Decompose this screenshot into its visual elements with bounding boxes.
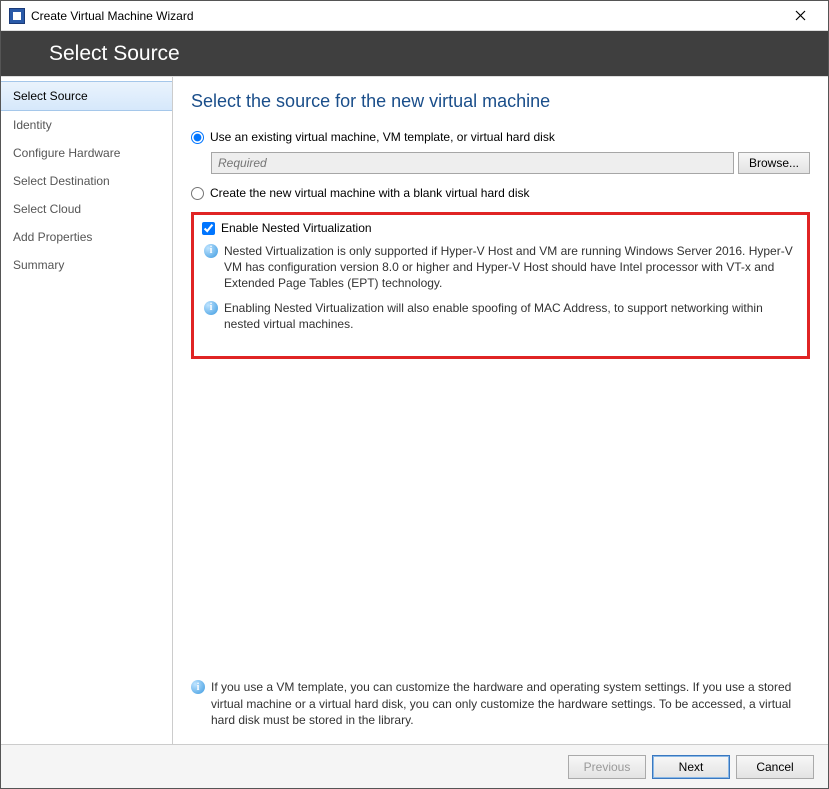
previous-button[interactable]: Previous bbox=[568, 755, 646, 779]
nested-check-row[interactable]: Enable Nested Virtualization bbox=[202, 221, 799, 235]
next-button[interactable]: Next bbox=[652, 755, 730, 779]
step-select-source[interactable]: Select Source bbox=[1, 81, 172, 111]
info-icon: i bbox=[204, 244, 218, 258]
footer-info-text: If you use a VM template, you can custom… bbox=[211, 679, 810, 728]
banner-title: Select Source bbox=[49, 42, 180, 66]
close-button[interactable] bbox=[780, 3, 820, 29]
window-title: Create Virtual Machine Wizard bbox=[31, 9, 780, 23]
option-blank-label: Create the new virtual machine with a bl… bbox=[210, 186, 530, 200]
banner: Select Source bbox=[1, 31, 828, 76]
nested-label: Enable Nested Virtualization bbox=[221, 221, 372, 235]
step-select-destination[interactable]: Select Destination bbox=[1, 167, 172, 195]
step-identity[interactable]: Identity bbox=[1, 111, 172, 139]
nested-info-row-1: i Nested Virtualization is only supporte… bbox=[204, 243, 799, 292]
main-panel: Select the source for the new virtual ma… bbox=[173, 77, 828, 744]
titlebar: Create Virtual Machine Wizard bbox=[1, 1, 828, 31]
step-select-cloud[interactable]: Select Cloud bbox=[1, 195, 172, 223]
info-icon: i bbox=[204, 301, 218, 315]
step-add-properties[interactable]: Add Properties bbox=[1, 223, 172, 251]
footer-info-row: i If you use a VM template, you can cust… bbox=[191, 669, 810, 734]
sidebar: Select Source Identity Configure Hardwar… bbox=[1, 77, 173, 744]
step-summary[interactable]: Summary bbox=[1, 251, 172, 279]
cancel-button[interactable]: Cancel bbox=[736, 755, 814, 779]
nested-info-text-2: Enabling Nested Virtualization will also… bbox=[224, 300, 799, 332]
option-existing-row[interactable]: Use an existing virtual machine, VM temp… bbox=[191, 130, 810, 144]
browse-button[interactable]: Browse... bbox=[738, 152, 810, 174]
source-path-input[interactable] bbox=[211, 152, 734, 174]
button-bar: Previous Next Cancel bbox=[1, 744, 828, 788]
option-blank-radio[interactable] bbox=[191, 187, 204, 200]
option-existing-radio[interactable] bbox=[191, 131, 204, 144]
info-icon: i bbox=[191, 680, 205, 694]
nested-checkbox[interactable] bbox=[202, 222, 215, 235]
option-existing-label: Use an existing virtual machine, VM temp… bbox=[210, 130, 555, 144]
nested-virtualization-box: Enable Nested Virtualization i Nested Vi… bbox=[191, 212, 810, 359]
nested-info-row-2: i Enabling Nested Virtualization will al… bbox=[204, 300, 799, 332]
step-configure-hardware[interactable]: Configure Hardware bbox=[1, 139, 172, 167]
page-title: Select the source for the new virtual ma… bbox=[191, 91, 810, 112]
option-blank-row[interactable]: Create the new virtual machine with a bl… bbox=[191, 186, 810, 200]
app-icon bbox=[9, 8, 25, 24]
path-row: Browse... bbox=[211, 152, 810, 174]
nested-info-text-1: Nested Virtualization is only supported … bbox=[224, 243, 799, 292]
wizard-window: Create Virtual Machine Wizard Select Sou… bbox=[0, 0, 829, 789]
wizard-body: Select Source Identity Configure Hardwar… bbox=[1, 76, 828, 744]
